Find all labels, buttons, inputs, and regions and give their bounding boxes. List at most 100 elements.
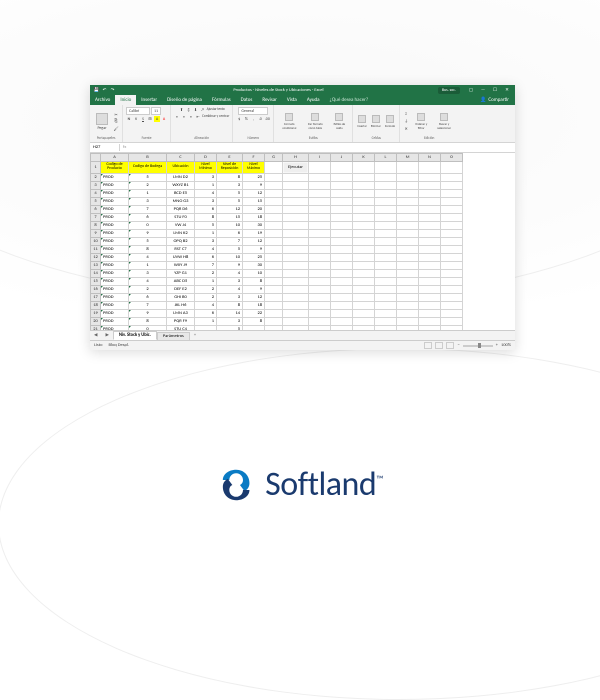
cell[interactable]: JKL H6	[167, 301, 195, 309]
cell[interactable]: 22	[243, 309, 265, 317]
sort-filter-button[interactable]: Ordenar y filtrar	[411, 112, 431, 131]
cell[interactable]	[265, 189, 283, 197]
save-icon[interactable]: 💾	[94, 88, 99, 93]
cell[interactable]	[419, 301, 441, 309]
cell[interactable]	[309, 197, 331, 205]
cell-styles-button[interactable]: Estilos de celda	[329, 112, 349, 131]
cell[interactable]: 5	[129, 237, 167, 245]
cell[interactable]: 7	[129, 301, 167, 309]
cell[interactable]	[265, 293, 283, 301]
bold-icon[interactable]: N	[126, 116, 132, 122]
new-sheet-button[interactable]: +	[190, 333, 200, 338]
cell[interactable]	[331, 229, 353, 237]
cell[interactable]: 9	[129, 229, 167, 237]
cell[interactable]	[419, 213, 441, 221]
cell[interactable]	[353, 277, 375, 285]
cell[interactable]: PROD	[101, 173, 129, 181]
cell[interactable]	[375, 317, 397, 325]
cell[interactable]	[419, 181, 441, 189]
cell[interactable]	[441, 189, 463, 197]
cell[interactable]	[265, 162, 283, 174]
cell[interactable]: 10	[217, 253, 243, 261]
cell[interactable]: 4	[195, 301, 217, 309]
cell[interactable]: 3	[129, 269, 167, 277]
view-layout-icon[interactable]	[435, 342, 443, 349]
cell[interactable]: 3	[129, 197, 167, 205]
paste-button[interactable]: Pegar	[93, 112, 111, 132]
cell[interactable]: PROD	[101, 325, 129, 330]
clear-icon[interactable]: ✕	[403, 126, 409, 132]
row-header[interactable]: 6	[91, 205, 101, 213]
cell[interactable]	[283, 221, 309, 229]
percent-icon[interactable]: %	[243, 116, 249, 122]
cell[interactable]: LMN D2	[167, 173, 195, 181]
cell[interactable]	[283, 245, 309, 253]
cell[interactable]	[309, 181, 331, 189]
cell[interactable]	[283, 229, 309, 237]
align-mid-icon[interactable]: ↕	[186, 107, 192, 113]
cell[interactable]: 8	[129, 317, 167, 325]
cell[interactable]: VW J4	[167, 221, 195, 229]
cell[interactable]: LMN A3	[167, 309, 195, 317]
cell[interactable]	[309, 221, 331, 229]
cell[interactable]: OPQ B2	[167, 237, 195, 245]
align-left-icon[interactable]: ≡	[174, 114, 180, 120]
cell[interactable]	[441, 317, 463, 325]
cell[interactable]	[419, 293, 441, 301]
format-cells-button[interactable]: Formato	[384, 114, 396, 129]
row-header[interactable]: 14	[91, 269, 101, 277]
cell[interactable]: 8	[243, 317, 265, 325]
cell[interactable]	[397, 213, 419, 221]
cell[interactable]	[419, 309, 441, 317]
tab-revisar[interactable]: Revisar	[257, 95, 282, 105]
cell[interactable]	[331, 261, 353, 269]
cell[interactable]: 2	[195, 285, 217, 293]
zoom-out-button[interactable]: −	[457, 343, 459, 348]
cell[interactable]	[331, 205, 353, 213]
cell[interactable]	[265, 317, 283, 325]
cell[interactable]: 6	[129, 293, 167, 301]
cell[interactable]	[353, 197, 375, 205]
cell[interactable]: 3	[195, 173, 217, 181]
cell[interactable]	[283, 317, 309, 325]
copy-icon[interactable]: ⎘	[113, 119, 119, 125]
cell[interactable]	[309, 253, 331, 261]
cell[interactable]	[397, 293, 419, 301]
cell[interactable]	[331, 189, 353, 197]
hdr-codigo-producto[interactable]: Codigo de Producto	[101, 162, 129, 174]
align-top-icon[interactable]: ⬆	[179, 107, 185, 113]
row-header[interactable]: 8	[91, 221, 101, 229]
cell[interactable]	[441, 261, 463, 269]
cell[interactable]: 18	[243, 301, 265, 309]
cell[interactable]	[397, 317, 419, 325]
cell[interactable]	[397, 189, 419, 197]
col-header-H[interactable]: H	[283, 154, 309, 162]
minimize-icon[interactable]: —	[478, 88, 488, 93]
row-header[interactable]: 5	[91, 197, 101, 205]
cell[interactable]	[375, 285, 397, 293]
cell[interactable]	[265, 309, 283, 317]
cell[interactable]	[419, 269, 441, 277]
cell[interactable]	[353, 285, 375, 293]
cell[interactable]	[397, 181, 419, 189]
cell[interactable]: ABC D5	[167, 277, 195, 285]
cell[interactable]	[283, 197, 309, 205]
cell[interactable]	[331, 245, 353, 253]
cell[interactable]: WXYZ B1	[167, 181, 195, 189]
cell[interactable]	[353, 237, 375, 245]
font-name-combo[interactable]: Calibri	[126, 107, 150, 115]
cell[interactable]: PROD	[101, 221, 129, 229]
cell[interactable]	[331, 285, 353, 293]
col-header-C[interactable]: C	[167, 154, 195, 162]
tab-diseno[interactable]: Diseño de página	[162, 95, 207, 105]
cell[interactable]: 8	[243, 277, 265, 285]
cell[interactable]: 7	[195, 261, 217, 269]
cell[interactable]	[375, 173, 397, 181]
col-header-J[interactable]: J	[331, 154, 353, 162]
hdr-nivel-maximo[interactable]: Nivel Máximo	[243, 162, 265, 174]
cell[interactable]: 18	[243, 213, 265, 221]
cell[interactable]	[331, 181, 353, 189]
cell[interactable]	[375, 229, 397, 237]
cell[interactable]	[441, 162, 463, 174]
cell[interactable]	[265, 285, 283, 293]
